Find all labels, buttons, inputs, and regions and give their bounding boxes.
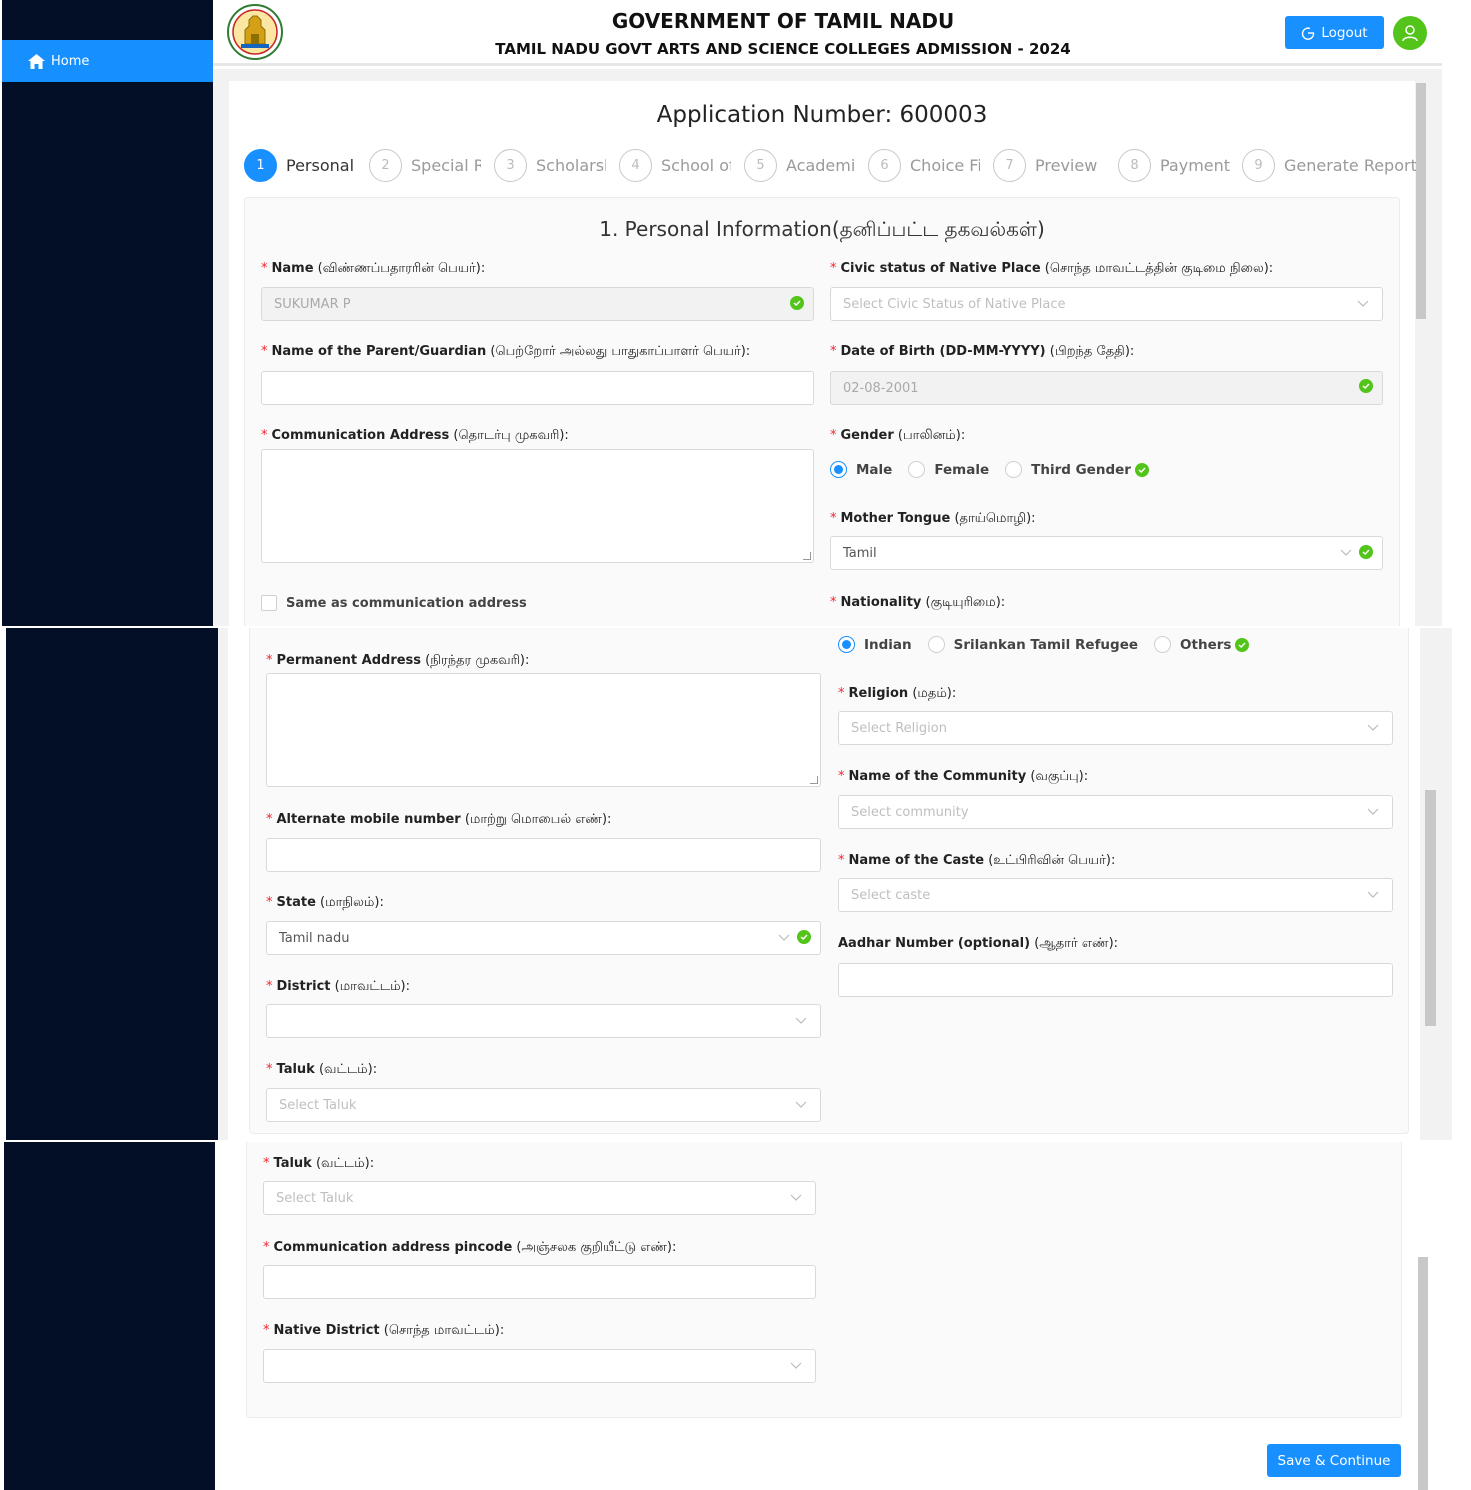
native-district-select[interactable]	[263, 1349, 816, 1383]
chevron-down-icon	[790, 1194, 802, 1201]
scrollbar-thumb[interactable]	[1425, 790, 1436, 1026]
valid-check-icon	[790, 296, 804, 310]
religion-label: * Religion (மதம்):	[838, 686, 957, 701]
gender-female-radio[interactable]: Female	[908, 461, 989, 478]
chevron-down-icon	[1340, 549, 1352, 556]
nationality-radio-group: Indian Srilankan Tamil Refugee Others	[838, 636, 1250, 653]
chevron-down-icon	[1367, 724, 1379, 731]
native-district-label: * Native District (சொந்த மாவட்டம்):	[263, 1323, 505, 1338]
step-academic[interactable]: 5 Academic	[744, 148, 856, 182]
permanent-address-textarea[interactable]	[266, 673, 821, 787]
taluk-label: * Taluk (வட்டம்):	[266, 1062, 378, 1077]
taluk-select[interactable]: Select Taluk	[266, 1088, 821, 1122]
gender-third-radio[interactable]: Third Gender	[1005, 461, 1131, 478]
logout-icon	[1302, 26, 1315, 40]
valid-check-icon	[1235, 637, 1250, 652]
alt-mobile-input[interactable]	[266, 838, 821, 872]
state-select[interactable]: Tamil nadu	[266, 921, 821, 955]
chevron-down-icon	[778, 934, 790, 941]
user-icon	[1402, 25, 1418, 42]
logout-button[interactable]: Logout	[1285, 16, 1384, 49]
sidebar	[6, 628, 218, 1140]
civic-status-label: * Civic status of Native Place (சொந்த மாவ…	[830, 261, 1274, 276]
valid-check-icon	[1359, 379, 1373, 393]
content-area: Application Number: 600003 1 Personal 2 …	[213, 69, 1442, 626]
save-continue-button[interactable]: Save & Continue	[1267, 1444, 1401, 1477]
scrollbar-thumb[interactable]	[1416, 83, 1426, 319]
step-special-reservation[interactable]: 2 Special Re	[369, 148, 481, 182]
sidebar	[2, 0, 213, 626]
content-area: Indian Srilankan Tamil Refugee Others * P…	[218, 628, 1452, 1140]
sidebar-item-home[interactable]: Home	[2, 40, 213, 82]
scrollbar-thumb[interactable]	[1418, 1257, 1428, 1490]
home-icon	[28, 53, 45, 69]
avatar[interactable]	[1393, 16, 1427, 50]
step-scholarship[interactable]: 3 Scholarsh	[494, 148, 606, 182]
valid-check-icon	[1134, 462, 1149, 477]
district-label: * District (மாவட்டம்):	[266, 979, 411, 994]
religion-select[interactable]: Select Religion	[838, 711, 1393, 745]
step-personal[interactable]: 1 Personal	[244, 148, 354, 182]
step-preview[interactable]: 7 Preview	[993, 148, 1097, 182]
civic-status-select[interactable]: Select Civic Status of Native Place	[830, 287, 1383, 321]
sidebar-item-label: Home	[51, 53, 90, 69]
name-input[interactable]: SUKUMAR P	[261, 287, 814, 321]
resize-handle[interactable]	[810, 776, 818, 784]
header: GOVERNMENT OF TAMIL NADU TAMIL NADU GOVT…	[213, 0, 1442, 66]
valid-check-icon	[797, 930, 811, 944]
alt-mobile-label: * Alternate mobile number (மாற்று மொபைல் …	[266, 812, 612, 827]
valid-check-icon	[1359, 545, 1373, 559]
sidebar	[4, 1142, 215, 1490]
gender-radio-group: Male Female Third Gender	[830, 461, 1149, 478]
aadhar-input[interactable]	[838, 963, 1393, 997]
pincode-label: * Communication address pincode (அஞ்சலக க…	[263, 1240, 677, 1255]
nationality-refugee-radio[interactable]: Srilankan Tamil Refugee	[927, 636, 1138, 653]
comm-address-textarea[interactable]	[261, 449, 814, 563]
step-generate-report[interactable]: 9 Generate Report	[1242, 148, 1417, 182]
taluk-label: * Taluk (வட்டம்):	[263, 1156, 375, 1171]
chevron-down-icon	[1367, 891, 1379, 898]
chevron-down-icon	[1367, 808, 1379, 815]
section-title: 1. Personal Information(தனிப்பட்ட தகவல்க…	[599, 217, 1045, 241]
chevron-down-icon	[1357, 300, 1369, 307]
same-as-address-label: Same as communication address	[286, 596, 527, 611]
dob-input[interactable]: 02-08-2001	[830, 371, 1383, 405]
header-title: GOVERNMENT OF TAMIL NADU	[611, 9, 955, 33]
step-payment[interactable]: 8 Payment	[1118, 148, 1230, 182]
parent-name-input[interactable]	[261, 371, 814, 405]
caste-select[interactable]: Select caste	[838, 878, 1393, 912]
step-school[interactable]: 4 School of	[619, 148, 731, 182]
pincode-input[interactable]	[263, 1265, 816, 1299]
step-choice-filling[interactable]: 6 Choice Fil	[868, 148, 980, 182]
header-subtitle: TAMIL NADU GOVT ARTS AND SCIENCE COLLEGE…	[495, 40, 1071, 58]
resize-handle[interactable]	[803, 552, 811, 560]
state-label: * State (மாநிலம்):	[266, 895, 384, 910]
parent-name-label: * Name of the Parent/Guardian (பெற்றோர் அ…	[261, 344, 751, 359]
content-area: * Taluk (வட்டம்): Select Taluk * Communica…	[215, 1142, 1443, 1490]
comm-address-label: * Communication Address (தொடர்பு முகவரி):	[261, 428, 569, 443]
nationality-others-radio[interactable]: Others	[1154, 636, 1231, 653]
aadhar-label: Aadhar Number (optional) (ஆதார் எண்):	[838, 936, 1119, 951]
taluk-select[interactable]: Select Taluk	[263, 1181, 816, 1215]
same-as-address-checkbox[interactable]	[261, 595, 277, 611]
community-label: * Name of the Community (வகுப்பு):	[838, 769, 1089, 784]
dob-label: * Date of Birth (DD-MM-YYYY) (பிறந்த தேதி…	[830, 344, 1135, 359]
district-select[interactable]	[266, 1004, 821, 1038]
caste-label: * Name of the Caste (உட்பிரிவின் பெயர்):	[838, 853, 1116, 868]
mother-tongue-select[interactable]: Tamil	[830, 536, 1383, 570]
permanent-address-label: * Permanent Address (நிரந்தர முகவரி):	[266, 653, 530, 668]
chevron-down-icon	[795, 1101, 807, 1108]
nationality-indian-radio[interactable]: Indian	[838, 636, 912, 653]
chevron-down-icon	[795, 1017, 807, 1024]
mother-tongue-label: * Mother Tongue (தாய்மொழி):	[830, 511, 1036, 526]
nationality-label: * Nationality (குடியுரிமை):	[830, 595, 1006, 610]
name-label: * Name (விண்ணப்பதாரரின் பெயர்):	[261, 261, 486, 276]
application-number: Application Number: 600003	[656, 102, 988, 128]
chevron-down-icon	[790, 1362, 802, 1369]
gender-label: * Gender (பாலினம்):	[830, 428, 966, 443]
gender-male-radio[interactable]: Male	[830, 461, 892, 478]
community-select[interactable]: Select community	[838, 795, 1393, 829]
